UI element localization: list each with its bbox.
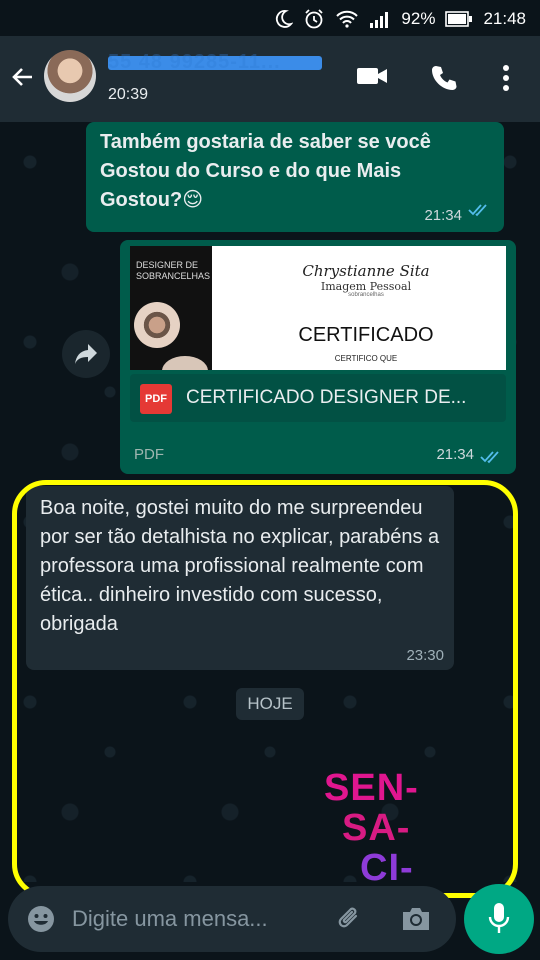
battery-icon [445,11,473,27]
pdf-icon: PDF [140,384,172,414]
message-input-bar[interactable]: Digite uma mensa... [8,886,456,952]
eyebrow-image [134,302,180,348]
signal-icon [369,10,391,28]
document-type: PDF [134,446,164,463]
moon-icon [273,9,294,29]
forward-button[interactable] [62,330,110,378]
phone-icon[interactable] [430,64,458,97]
mic-icon [488,902,510,941]
document-file-row[interactable]: PDF CERTIFICADO DESIGNER DE... [130,374,506,422]
chat-header: 55 48 99285-11... 20:39 [0,36,540,122]
document-filename: CERTIFICADO DESIGNER DE... [186,387,467,408]
highlight-annotation [12,480,518,898]
back-arrow-icon[interactable] [10,64,36,95]
message-input[interactable]: Digite uma mensa... [72,906,268,932]
certificate-title: CERTIFICADO [298,324,434,346]
certificate-subtitle: CERTIFICO QUE [334,354,398,363]
status-bar: 92% 21:48 [0,0,540,36]
clock: 21:48 [483,9,526,28]
camera-icon[interactable] [400,906,432,937]
double-tick-icon [480,450,502,469]
brand-subtitle-small: sobrancelhas [348,292,384,298]
voice-record-button[interactable] [464,884,534,954]
more-vert-icon[interactable] [502,64,510,97]
preview-sidebar-label: DESIGNER DE SOBRANCELHAS [136,260,211,281]
attach-icon[interactable] [334,904,364,939]
eyebrow-image [162,356,208,370]
alarm-icon [303,8,325,30]
double-tick-icon [468,203,490,222]
document-preview[interactable]: DESIGNER DE SOBRANCELHAS Chrystianne Sit… [130,246,506,370]
forward-icon [74,343,98,370]
message-time: 21:34 [436,446,474,463]
video-call-icon[interactable] [356,64,388,93]
brand-name: Chrystianne Sita [302,262,430,280]
message-time: 21:34 [424,207,462,224]
outgoing-document-message[interactable]: DESIGNER DE SOBRANCELHAS Chrystianne Sit… [120,240,516,474]
preview-sidebar: DESIGNER DE SOBRANCELHAS [130,246,212,370]
emoji-icon[interactable] [26,904,56,939]
contact-name[interactable]: 55 48 99285-11... [108,51,328,71]
outgoing-message[interactable]: Também gostaria de saber se você Gostou … [86,122,504,232]
last-seen: 20:39 [108,86,149,103]
avatar[interactable] [44,50,96,102]
message-text: Também gostaria de saber se você Gostou … [100,131,431,211]
battery-percent: 92% [401,9,436,28]
wifi-icon [335,9,359,29]
